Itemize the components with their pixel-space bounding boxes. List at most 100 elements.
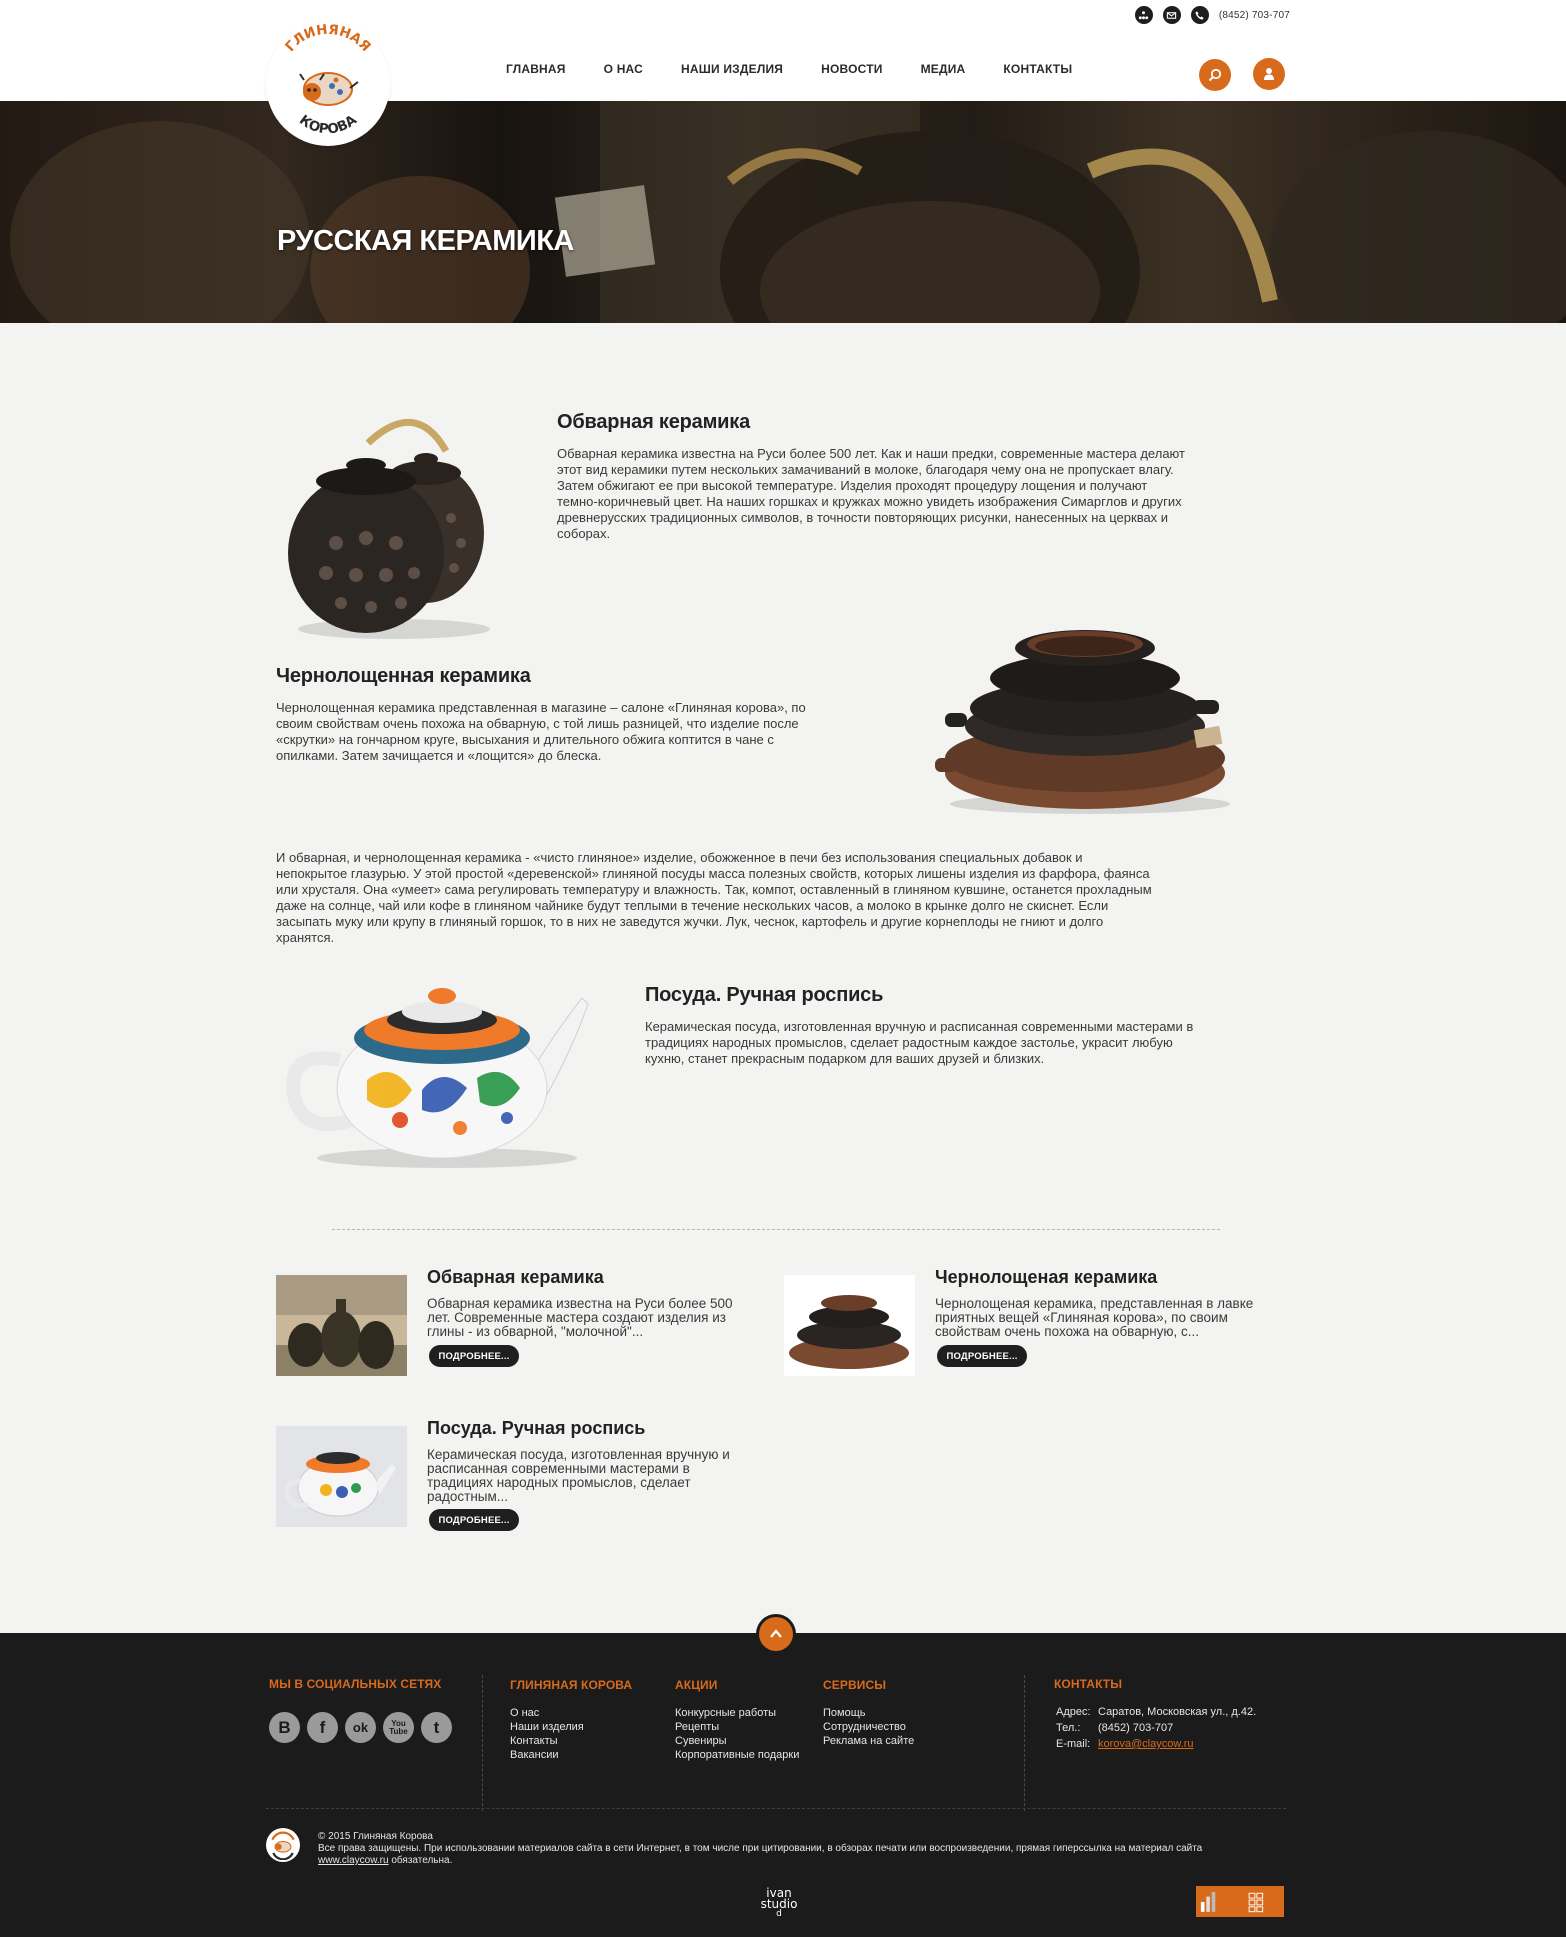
more-button[interactable]: ПОДРОБНЕЕ... <box>429 1509 519 1531</box>
text-line: лет. Современные мастера создают изделия… <box>427 1310 726 1325</box>
nav-item-products[interactable]: НАШИ ИЗДЕЛИЯ <box>681 62 783 76</box>
header-phone[interactable]: (8452) 703-707 <box>1219 10 1290 21</box>
footer-divider <box>266 1808 1286 1809</box>
text-line: глины - из обварной, "молочной"... <box>427 1324 644 1339</box>
card-thumb-obvarnaya[interactable] <box>276 1275 407 1376</box>
hero-banner: РУССКАЯ КЕРАМИКА <box>0 101 1566 323</box>
card-title[interactable]: Посуда. Ручная роспись <box>427 1418 645 1439</box>
card-text: Керамическая посуда, изготовленная вручн… <box>427 1448 767 1504</box>
footer-link[interactable]: Наши изделия <box>510 1720 584 1734</box>
footer-link[interactable]: Конкурсные работы <box>675 1706 799 1720</box>
card-thumb-painted[interactable] <box>276 1426 407 1527</box>
footer-link[interactable]: О нас <box>510 1706 584 1720</box>
text-line: засыпать муку или крупу в глиняный горшо… <box>276 914 1104 929</box>
rights-tail: обязательна. <box>391 1855 453 1866</box>
twitter-icon[interactable]: t <box>421 1712 452 1743</box>
footer-social-title: МЫ В СОЦИАЛЬНЫХ СЕТЯХ <box>269 1677 442 1691</box>
site-header: (8452) 703-707 ГЛИНЯНАЯ КОРОВА ГЛАВНАЯ О… <box>0 0 1566 146</box>
nav-item-home[interactable]: ГЛАВНАЯ <box>506 62 566 76</box>
text-line: темно-коричневый цвет. На наших горшках … <box>557 494 1182 509</box>
email-link[interactable]: korova@claycow.ru <box>1098 1738 1194 1750</box>
text-line: Керамическая посуда, изготовленная вручн… <box>427 1447 730 1462</box>
odnoklassniki-icon[interactable]: ok <box>345 1712 376 1743</box>
footer-link[interactable]: Вакансии <box>510 1748 584 1762</box>
svg-text:КОРОВА: КОРОВА <box>296 112 360 138</box>
section-text-obvarnaya: Обварная керамика известна на Руси более… <box>557 446 1277 542</box>
footer-separator <box>482 1675 483 1811</box>
studio-logo[interactable]: ivan studio d <box>758 1887 800 1919</box>
phone-icon[interactable] <box>1190 6 1209 24</box>
section-text-chernoloshchennaya: Чернолощенная керамика представленная в … <box>276 700 896 764</box>
stats-counter[interactable] <box>1196 1886 1284 1917</box>
footer-link[interactable]: Корпоративные подарки <box>675 1748 799 1762</box>
ceramics-properties-text: И обварная, и чернолощенная керамика - «… <box>276 850 1286 946</box>
chevron-up-icon <box>770 1629 782 1638</box>
footer-contacts-title: КОНТАКТЫ <box>1054 1677 1123 1691</box>
site-logo[interactable]: ГЛИНЯНАЯ КОРОВА <box>266 22 390 146</box>
text-line: Чернолощенная керамика представленная в … <box>276 700 806 715</box>
phone-value[interactable]: (8452) 703-707 <box>1098 1722 1173 1734</box>
footer-col-title: АКЦИИ <box>675 1678 718 1692</box>
text-line: «скрутки» на гончарном круге, высыхания … <box>276 732 774 747</box>
text-line: древнерусских традиционных символов, в т… <box>557 510 1169 525</box>
footer-col-title: СЕРВИСЫ <box>823 1678 887 1692</box>
footer-link[interactable]: Контакты <box>510 1734 584 1748</box>
copyright-block: © 2015 Глиняная Корова Все права защищен… <box>318 1831 1288 1867</box>
text-line: Обварная керамика известна на Руси более… <box>427 1296 733 1311</box>
card-title[interactable]: Чернолощеная керамика <box>935 1267 1157 1288</box>
scroll-to-top-button[interactable] <box>759 1617 793 1651</box>
facebook-icon[interactable]: f <box>307 1712 338 1743</box>
section-title-painted: Посуда. Ручная роспись <box>645 984 884 1006</box>
text-line: непокрытое глазурью. У этой простой «дер… <box>276 866 1150 881</box>
social-links: B f ok You Tube t <box>269 1712 452 1743</box>
section-divider <box>332 1229 1220 1230</box>
card-title[interactable]: Обварная керамика <box>427 1267 604 1288</box>
text-line: Керамическая посуда, изготовленная вручн… <box>645 1019 1194 1034</box>
section-text-painted: Керамическая посуда, изготовленная вручн… <box>645 1019 1295 1067</box>
user-icon <box>1264 68 1274 80</box>
nav-item-about[interactable]: О НАС <box>604 62 643 76</box>
more-button[interactable]: ПОДРОБНЕЕ... <box>937 1345 1027 1367</box>
user-button[interactable] <box>1253 58 1285 90</box>
text-line: приятных вещей «Глиняная корова», по сво… <box>935 1310 1228 1325</box>
top-contact-bar: (8452) 703-707 <box>1134 6 1290 24</box>
nav-item-contacts[interactable]: КОНТАКТЫ <box>1003 62 1072 76</box>
site-link[interactable]: www.claycow.ru <box>318 1855 389 1866</box>
painted-teapot-image <box>282 970 612 1170</box>
more-button[interactable]: ПОДРОБНЕЕ... <box>429 1345 519 1367</box>
footer-link[interactable]: Сотрудничество <box>823 1720 914 1734</box>
search-button[interactable] <box>1199 59 1231 91</box>
sitemap-icon[interactable] <box>1134 6 1153 24</box>
footer-col-links: Помощь Сотрудничество Реклама на сайте <box>823 1706 914 1748</box>
mail-icon[interactable] <box>1162 6 1181 24</box>
footer-link[interactable]: Сувениры <box>675 1734 799 1748</box>
svg-text:ГЛИНЯНАЯ: ГЛИНЯНАЯ <box>282 22 373 55</box>
footer-col-title: ГЛИНЯНАЯ КОРОВА <box>510 1678 633 1692</box>
text-line: своим свойствам очень похожа на обварную… <box>276 716 799 731</box>
rights-text: Все права защищены. При использовании ма… <box>318 1843 1203 1854</box>
text-line: радостным... <box>427 1489 509 1504</box>
email-label: E-mail: <box>1056 1738 1091 1750</box>
youtube-icon[interactable]: You Tube <box>383 1712 414 1743</box>
footer-link[interactable]: Помощь <box>823 1706 914 1720</box>
footer-logo[interactable] <box>266 1828 300 1862</box>
footer-link[interactable]: Рецепты <box>675 1720 799 1734</box>
nav-item-news[interactable]: НОВОСТИ <box>821 62 882 76</box>
footer-link[interactable]: Реклама на сайте <box>823 1734 914 1748</box>
section-title-obvarnaya: Обварная керамика <box>557 411 751 433</box>
obvarnaya-pots-image <box>276 403 512 643</box>
footer-contacts: Адрес: Саратов, Московская ул., д.42. Тел… <box>1056 1704 1256 1752</box>
section-title-chernoloshchennaya: Чернолощенная керамика <box>276 665 531 687</box>
footer-col-links: О нас Наши изделия Контакты Вакансии <box>510 1706 584 1762</box>
search-icon <box>1208 68 1222 82</box>
text-line: И обварная, и чернолощенная керамика - «… <box>276 850 1083 865</box>
counter-digits-icon <box>1248 1892 1264 1912</box>
footer-separator <box>1024 1675 1025 1811</box>
phone-label: Тел.: <box>1056 1722 1081 1734</box>
nav-item-media[interactable]: МЕДИА <box>921 62 966 76</box>
address-value: Саратов, Московская ул., д.42. <box>1098 1706 1257 1718</box>
card-thumb-chernoloshchennaya[interactable] <box>784 1275 915 1376</box>
text-line: этот вид керамики путем нескольких замач… <box>557 462 1174 477</box>
card-text: Обварная керамика известна на Руси более… <box>427 1297 767 1339</box>
vkontakte-icon[interactable]: B <box>269 1712 300 1743</box>
